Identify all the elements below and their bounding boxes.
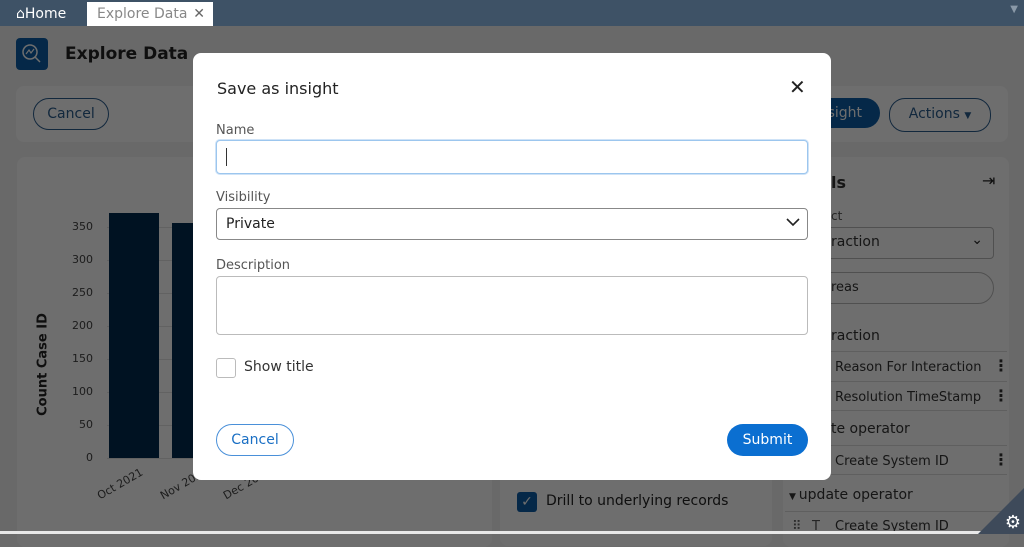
object-label: ct [831,209,843,223]
field-item[interactable]: Reason For Interaction [835,360,982,375]
chevron-down-icon [785,214,801,234]
close-tab-icon[interactable]: ✕ [193,2,205,26]
show-title-checkbox[interactable] [216,358,236,378]
drill-label: Drill to underlying records [546,493,729,509]
more-options-icon[interactable]: ⋮ [993,450,1009,469]
name-input[interactable] [216,140,808,174]
group-header[interactable]: ▼ update operator [789,487,913,503]
y-tick-label: 50 [79,418,93,431]
actions-button[interactable]: Actions ▼ [889,98,991,132]
group-header[interactable]: te operator [831,421,910,437]
field-item[interactable]: Create System ID [835,454,949,469]
x-tick-label: Oct 2021 [95,465,146,503]
drill-checkbox[interactable]: ✓ [517,492,537,512]
panel-title: ls [831,173,847,192]
save-insight-dialog: Save as insight ✕ Name Visibility Privat… [193,53,831,480]
caret-down-icon: ▼ [789,492,799,502]
home-icon: ⌂ [16,6,25,22]
y-tick-label: 150 [72,352,93,365]
show-title-label: Show title [244,359,314,375]
y-tick-label: 0 [86,451,93,464]
name-label: Name [216,123,255,138]
dialog-title: Save as insight [217,79,339,98]
description-textarea[interactable] [216,276,808,335]
tab-home[interactable]: ⌂Home [6,2,76,26]
explore-data-logo-icon [16,38,48,70]
submit-button[interactable]: Submit [727,424,808,456]
y-axis-label: Count Case ID [35,313,51,416]
y-tick-label: 300 [72,253,93,266]
tab-bar: ⌂Home Explore Data ✕ ▼ [0,0,1024,26]
tab-explore-data[interactable]: Explore Data ✕ [87,2,213,26]
group-header[interactable]: raction [831,328,880,344]
close-icon[interactable]: ✕ [789,75,806,99]
text-cursor [226,148,227,166]
y-tick-label: 350 [72,220,93,233]
visibility-label: Visibility [216,190,271,205]
tab-overflow-icon[interactable]: ▼ [1010,4,1018,15]
chevron-down-icon: ⌄ [971,232,983,248]
y-tick-label: 250 [72,286,93,299]
more-options-icon[interactable]: ⋮ [993,386,1009,405]
field-item[interactable]: Resolution TimeStamp [835,390,981,405]
description-label: Description [216,258,291,273]
cancel-button[interactable]: Cancel [216,424,294,456]
y-tick-label: 200 [72,319,93,332]
collapse-panel-icon[interactable]: ⇥ [982,171,995,190]
more-options-icon[interactable]: ⋮ [993,356,1009,375]
caret-down-icon: ▼ [964,111,972,121]
y-tick-label: 100 [72,385,93,398]
page-title: Explore Data [65,44,189,64]
cancel-button[interactable]: Cancel [33,98,109,130]
bar[interactable] [109,213,159,458]
visibility-select[interactable]: Private [216,208,808,240]
gear-icon[interactable]: ⚙ [1005,512,1021,533]
